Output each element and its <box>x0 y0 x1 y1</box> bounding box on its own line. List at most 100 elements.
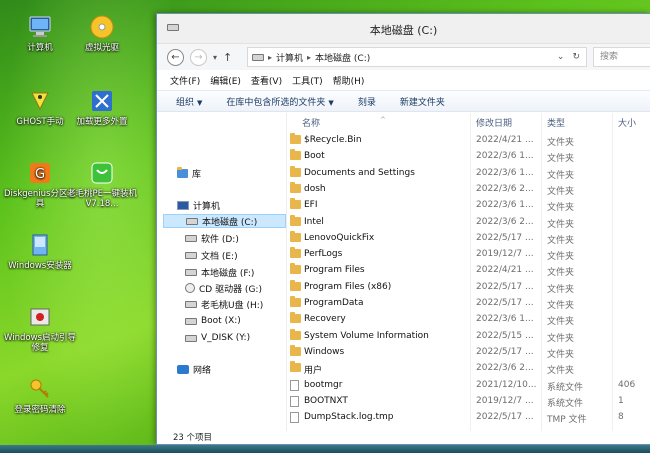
column-header-name[interactable]: 名称 <box>302 116 320 129</box>
file-date: 2022/5/17 ... <box>476 412 534 423</box>
breadcrumb-drive-c[interactable]: 本地磁盘 (C:) <box>315 51 370 64</box>
nav-drive-h[interactable]: 老毛桃U盘 (H:) <box>185 297 263 311</box>
file-row[interactable]: Windows 2022/5/17 ... 文件夹 <box>288 344 650 361</box>
menu-help[interactable]: 帮助(H) <box>333 74 365 87</box>
file-name: $Recycle.Bin <box>304 135 362 145</box>
file-name: Program Files (x86) <box>304 281 392 292</box>
nav-drive-g[interactable]: CD 驱动器 (G:) <box>185 281 262 295</box>
file-size: 1 <box>618 395 624 406</box>
nav-drive-d[interactable]: 软件 (D:) <box>185 231 239 245</box>
folder-icon <box>290 312 301 324</box>
file-row[interactable]: ProgramData 2022/5/17 ... 文件夹 <box>288 296 650 312</box>
file-row[interactable]: PerfLogs 2019/12/7 ... 文件夹 <box>288 247 650 263</box>
desktop-icon-label: 加载更多外置 <box>76 117 128 127</box>
file-name: Boot <box>304 151 325 162</box>
title-bar[interactable]: 本地磁盘 (C:) <box>157 14 650 44</box>
nav-drive-label: 老毛桃U盘 (H:) <box>201 300 264 311</box>
file-name: Recovery <box>304 314 346 325</box>
new-folder-button[interactable]: 新建文件夹 <box>400 95 445 108</box>
nav-drive-y[interactable]: V_DISK (Y:) <box>185 331 250 345</box>
desktop-icon-label: Windows安装器 <box>8 261 72 271</box>
nav-network[interactable]: 网络 <box>177 362 211 376</box>
file-type: 文件夹 <box>547 170 575 181</box>
column-header-size[interactable]: 大小 <box>618 116 636 129</box>
desktop-icon-load-external[interactable]: 加载更多外置 <box>66 88 138 127</box>
file-row[interactable]: Intel 2022/3/6 2... 文件夹 <box>288 214 650 231</box>
nav-drive-label: V_DISK (Y:) <box>201 333 251 343</box>
file-name: Program Files <box>304 265 365 276</box>
file-row[interactable]: EFI 2022/3/6 1... 文件夹 <box>288 198 650 214</box>
column-header-type[interactable]: 类型 <box>547 116 565 129</box>
file-row[interactable]: 用户 2022/3/6 2... 文件夹 <box>288 361 650 377</box>
menu-edit[interactable]: 编辑(E) <box>210 74 241 87</box>
folder-icon <box>290 296 301 307</box>
menu-bar: 文件(F) 编辑(E) 查看(V) 工具(T) 帮助(H) <box>157 71 650 89</box>
desktop-icon-boot-repair[interactable]: Windows启动引导修复 <box>4 304 76 353</box>
file-row[interactable]: Program Files 2022/4/21 ... 文件夹 <box>288 263 650 279</box>
folder-icon <box>290 361 301 373</box>
caret-down-icon: ▼ <box>197 98 203 107</box>
address-bar[interactable]: ▸ 计算机 ▸ 本地磁盘 (C:) ⌄ ↻ <box>247 47 587 67</box>
nav-drive-e[interactable]: 文档 (E:) <box>185 248 238 262</box>
boot-repair-icon <box>27 304 53 330</box>
file-row[interactable]: dosh 2022/3/6 2... 文件夹 <box>288 181 650 198</box>
desktop-icon-label: 老毛桃PE一键装机 V7.18... <box>67 189 137 209</box>
chevron-right-icon: ▸ <box>268 52 273 62</box>
folder-icon <box>290 198 301 210</box>
file-type: TMP 文件 <box>547 415 587 426</box>
file-date: 2022/3/6 1... <box>476 151 534 162</box>
file-row[interactable]: bootmgr 2021/12/10... 系统文件 406 <box>288 378 650 394</box>
file-row[interactable]: DumpStack.log.tmp 2022/5/17 ... TMP 文件 8 <box>288 410 650 426</box>
item-count: 23 个项目 <box>173 433 213 443</box>
organize-button[interactable]: 组织 ▼ <box>176 95 202 108</box>
column-header-date[interactable]: 修改日期 <box>476 116 512 129</box>
desktop-icon-password-clear[interactable]: 登录密码清除 <box>4 376 76 415</box>
nav-drive-c[interactable]: 本地磁盘 (C:) <box>163 214 286 228</box>
desktop-icon-virtual-drive[interactable]: 虚拟光驱 <box>66 14 138 53</box>
file-row[interactable]: System Volume Information 2022/5/15 ... 文件… <box>288 328 650 345</box>
include-in-library-button[interactable]: 在库中包含所选的文件夹 ▼ <box>226 95 333 108</box>
file-type: 文件夹 <box>547 349 575 360</box>
file-row[interactable]: Documents and Settings 2022/3/6 1... 文件夹 <box>288 165 650 182</box>
recent-locations-dropdown[interactable]: ▾ <box>213 53 217 62</box>
nav-drive-x[interactable]: Boot (X:) <box>185 314 241 328</box>
taskbar[interactable] <box>0 445 650 453</box>
file-row[interactable]: Recovery 2022/3/6 1... 文件夹 <box>288 312 650 328</box>
menu-tools[interactable]: 工具(T) <box>292 74 323 87</box>
file-row[interactable]: Program Files (x86) 2022/5/17 ... 文件夹 <box>288 279 650 296</box>
drive-icon <box>186 217 198 225</box>
file-row[interactable]: BOOTNXT 2019/12/7 ... 系统文件 1 <box>288 394 650 410</box>
file-date: 2022/3/6 2... <box>476 183 534 194</box>
folder-icon <box>290 263 301 275</box>
nav-drive-label: CD 驱动器 (G:) <box>199 284 262 295</box>
file-date: 2022/3/6 1... <box>476 167 534 178</box>
desktop-icon-windows-installer[interactable]: Windows安装器 <box>4 232 76 271</box>
file-name: Windows <box>304 346 345 357</box>
back-button[interactable]: ← <box>167 48 184 66</box>
include-in-library-label: 在库中包含所选的文件夹 <box>226 97 326 108</box>
file-icon <box>290 412 299 424</box>
file-date: 2022/5/17 ... <box>476 298 534 308</box>
breadcrumb-computer[interactable]: 计算机 <box>276 51 303 64</box>
file-type: 文件夹 <box>547 203 575 214</box>
nav-drive-label: 软件 (D:) <box>201 234 239 245</box>
menu-file[interactable]: 文件(F) <box>170 74 200 87</box>
file-row[interactable]: Boot 2022/3/6 1... 文件夹 <box>288 149 650 165</box>
address-dropdown-button[interactable]: ⌄ <box>557 52 565 62</box>
desktop-icon-label: 虚拟光驱 <box>84 43 119 53</box>
desktop-icon-pe-install[interactable]: 老毛桃PE一键装机 V7.18... <box>66 160 138 209</box>
forward-button[interactable]: → <box>190 48 207 66</box>
up-button[interactable]: ↑ <box>223 51 232 64</box>
search-input[interactable]: 搜索 <box>593 47 650 67</box>
burn-button[interactable]: 刻录 <box>358 95 376 108</box>
menu-view[interactable]: 查看(V) <box>251 74 282 87</box>
nav-library[interactable]: 库 <box>177 166 201 180</box>
key-icon <box>27 376 53 402</box>
refresh-button[interactable]: ↻ <box>572 52 580 62</box>
nav-computer[interactable]: 计算机 <box>177 198 220 212</box>
file-row[interactable]: $Recycle.Bin 2022/4/21 ... 文件夹 <box>288 133 650 149</box>
command-bar: 组织 ▼ 在库中包含所选的文件夹 ▼ 刻录 新建文件夹 <box>157 90 650 112</box>
nav-drive-f[interactable]: 本地磁盘 (F:) <box>185 265 254 279</box>
file-row[interactable]: LenovoQuickFix 2022/5/17 ... 文件夹 <box>288 230 650 247</box>
file-type: 文件夹 <box>547 333 575 344</box>
